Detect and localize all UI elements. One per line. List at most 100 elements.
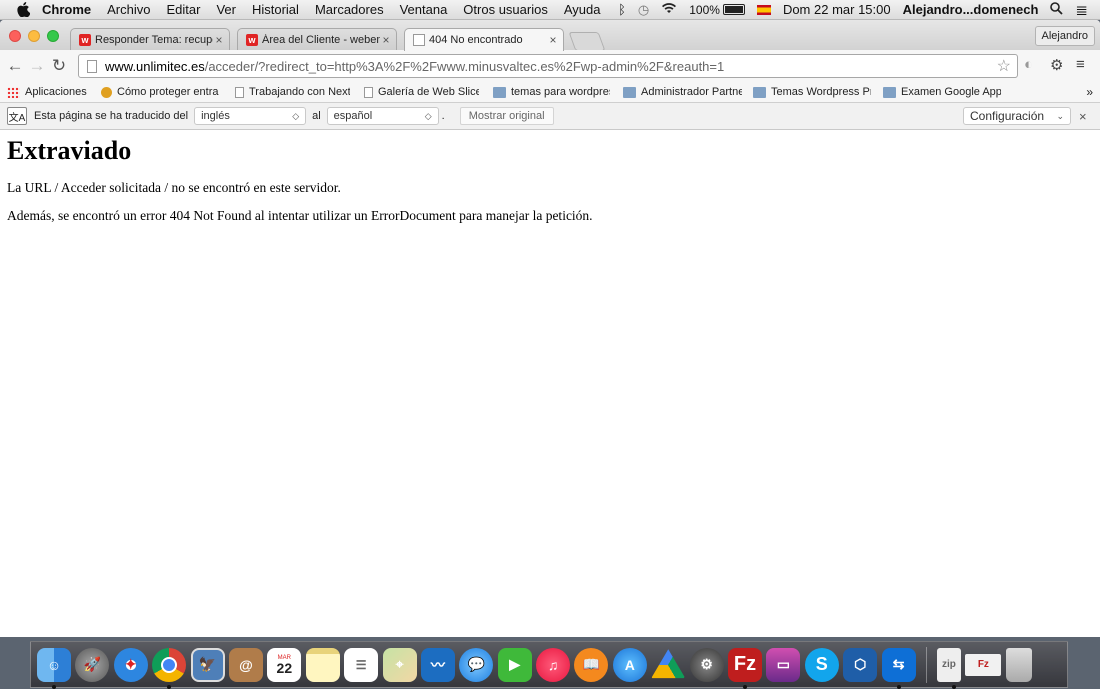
archive-utility-icon[interactable]: zip	[936, 647, 961, 689]
bookmarks-bar: Aplicaciones Cómo proteger entra Trabaja…	[0, 82, 1100, 103]
menu-ayuda[interactable]: Ayuda	[564, 2, 601, 17]
reload-icon[interactable]: ↻	[48, 55, 70, 77]
battery-icon[interactable]	[722, 4, 745, 15]
profile-button[interactable]: Alejandro	[1034, 26, 1095, 46]
tab-404-no-encontrado[interactable]: 404 No encontrado ×	[404, 28, 564, 51]
facetime-icon[interactable]: ▶	[497, 647, 532, 682]
bookmark-temas-wordpress[interactable]: temas para wordpres	[493, 86, 610, 98]
reminders-icon[interactable]: ☰	[344, 647, 379, 682]
menu-marcadores[interactable]: Marcadores	[315, 2, 384, 17]
gear-icon[interactable]: ⚙	[1050, 56, 1063, 74]
bluetooth-icon[interactable]: ᛒ	[618, 2, 626, 17]
virtualbox-icon[interactable]: ⬡	[843, 647, 878, 682]
page-content: Extraviado La URL / Acceder solicitada /…	[0, 136, 1100, 224]
battery-percent[interactable]: 100%	[689, 3, 720, 17]
contacts-icon[interactable]: @	[228, 647, 263, 682]
new-tab-button[interactable]	[568, 32, 606, 51]
finder-icon[interactable]: ☺	[37, 647, 71, 689]
preview-icon[interactable]: 🦅	[190, 647, 225, 682]
tab-area-cliente[interactable]: w Área del Cliente - webemp ×	[237, 28, 397, 50]
folder-icon	[883, 86, 896, 98]
menu-ver[interactable]: Ver	[216, 2, 236, 17]
bookmark-temas-wordpress-pr[interactable]: Temas Wordpress Pr	[753, 86, 871, 98]
calendar-icon[interactable]: MAR 22	[267, 647, 302, 682]
menu-user-name[interactable]: Alejandro...domenech	[903, 2, 1039, 17]
skype-icon[interactable]: S	[804, 647, 839, 682]
chrome-icon[interactable]	[152, 647, 187, 689]
bookmark-label: Temas Wordpress Pr	[771, 86, 871, 98]
tab-title: Área del Cliente - webemp	[262, 33, 380, 46]
bookmark-label: Galería de Web Slice	[378, 86, 479, 98]
bookmark-label: Administrador Partne	[641, 86, 742, 98]
filezilla-icon[interactable]: Fz	[728, 647, 763, 689]
tab-strip: w Responder Tema: recupera × w Área del …	[0, 20, 1100, 51]
page-icon	[364, 86, 373, 98]
close-tab-icon[interactable]: ×	[380, 33, 392, 47]
openoffice-icon[interactable]: 〰	[420, 647, 455, 682]
time-machine-icon[interactable]: ◷	[638, 2, 649, 18]
system-preferences-icon[interactable]: ⚙	[689, 647, 724, 682]
input-source-flag-icon[interactable]	[756, 4, 771, 15]
bookmark-galeria-web-slice[interactable]: Galería de Web Slice	[364, 86, 479, 98]
spotlight-icon[interactable]	[1050, 1, 1064, 18]
safari-icon[interactable]: ✦	[113, 647, 148, 682]
address-bar[interactable]: www.unlimitec.es/acceder/?redirect_to=ht…	[78, 54, 1018, 78]
google-drive-icon[interactable]	[651, 649, 686, 679]
filezilla-document-icon[interactable]: Fz	[965, 653, 1002, 676]
close-tab-icon[interactable]: ×	[213, 33, 225, 47]
translate-settings-select[interactable]: Configuración ⌄	[963, 107, 1071, 125]
ibooks-icon[interactable]: 📖	[574, 647, 609, 682]
browser-window: w Responder Tema: recupera × w Área del …	[0, 20, 1100, 637]
menu-app-name[interactable]: Chrome	[42, 2, 91, 17]
trash-icon[interactable]	[1005, 647, 1032, 682]
maps-icon[interactable]: ⌖	[382, 647, 417, 682]
page-icon	[413, 34, 425, 46]
menu-datetime[interactable]: Dom 22 mar 15:00	[783, 2, 891, 17]
bookmark-examen-google-apps[interactable]: Examen Google App	[883, 86, 1001, 98]
messages-icon[interactable]: 💬	[459, 647, 494, 682]
tab-responder-tema[interactable]: w Responder Tema: recupera ×	[70, 28, 230, 50]
forward-arrow-icon[interactable]: →	[26, 55, 48, 77]
wifi-icon[interactable]	[661, 2, 677, 17]
apple-icon[interactable]	[16, 2, 30, 17]
bookmark-como-proteger[interactable]: Cómo proteger entra	[101, 86, 221, 98]
url-path: /acceder/?redirect_to=http%3A%2F%2Fwww.m…	[204, 58, 725, 74]
page-info-icon[interactable]	[87, 59, 97, 73]
menu-historial[interactable]: Historial	[252, 2, 299, 17]
notification-center-icon[interactable]: ≣	[1075, 1, 1088, 19]
bookmark-aplicaciones[interactable]: Aplicaciones	[7, 86, 89, 98]
source-language-select[interactable]: inglés ◇	[194, 107, 307, 125]
menu-otros-usuarios[interactable]: Otros usuarios	[463, 2, 548, 17]
launchpad-icon[interactable]: 🚀	[75, 647, 110, 682]
minimize-window-button[interactable]	[28, 30, 40, 42]
bookmark-label: Trabajando con Next	[249, 86, 350, 98]
menu-bar: Chrome Archivo Editar Ver Historial Marc…	[0, 0, 1100, 20]
tab-title: 404 No encontrado	[429, 34, 523, 46]
select-arrows-icon: ◇	[424, 110, 432, 121]
close-window-button[interactable]	[9, 30, 21, 42]
teamviewer-icon[interactable]: ⇆	[881, 647, 916, 689]
menu-editar[interactable]: Editar	[166, 2, 200, 17]
app-store-icon[interactable]: A	[612, 647, 647, 682]
photo-booth-icon[interactable]: ▭	[766, 647, 801, 682]
url-host: www.unlimitec.es	[105, 58, 205, 74]
show-original-button[interactable]: Mostrar original	[459, 107, 554, 125]
chrome-menu-icon[interactable]: ≡	[1076, 56, 1085, 73]
bookmark-administrador-partner[interactable]: Administrador Partne	[623, 86, 742, 98]
menu-ventana[interactable]: Ventana	[400, 2, 448, 17]
close-tab-icon[interactable]: ×	[547, 33, 559, 47]
extension-icon[interactable]: ◐	[1024, 56, 1033, 73]
bookmarks-overflow-chevron-icon[interactable]: »	[1086, 85, 1093, 99]
menu-archivo[interactable]: Archivo	[107, 2, 150, 17]
page-heading: Extraviado	[7, 136, 132, 165]
zoom-window-button[interactable]	[47, 30, 59, 42]
error-message-line-1: La URL / Acceder solicitada / no se enco…	[7, 180, 341, 195]
target-language-select[interactable]: español ◇	[326, 107, 439, 125]
back-arrow-icon[interactable]: ←	[4, 55, 26, 77]
bookmark-trabajando-next[interactable]: Trabajando con Next	[235, 86, 350, 98]
notes-icon[interactable]	[305, 647, 340, 682]
bookmark-label: Cómo proteger entra	[117, 86, 219, 98]
close-translate-bar-icon[interactable]: ×	[1079, 109, 1087, 124]
itunes-icon[interactable]: ♫	[536, 647, 571, 682]
bookmark-star-icon[interactable]: ☆	[997, 56, 1011, 76]
